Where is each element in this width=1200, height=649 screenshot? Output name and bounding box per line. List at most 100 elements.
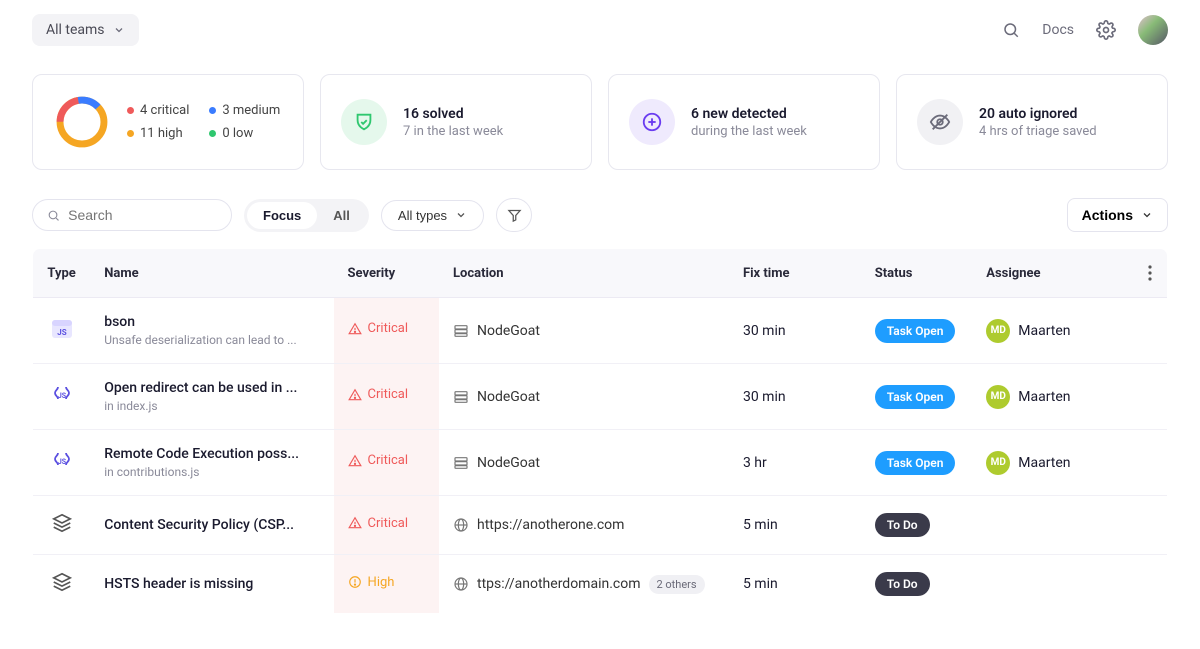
table-row[interactable]: JS Remote Code Execution poss... in cont… <box>33 430 1168 496</box>
severity-legend: 4 critical 3 medium 11 high 0 low <box>127 103 280 141</box>
th-menu[interactable] <box>1134 249 1167 298</box>
types-label: All types <box>398 208 447 223</box>
th-fix: Fix time <box>729 249 861 298</box>
issue-name: bson <box>104 314 319 330</box>
others-badge: 2 others <box>649 575 705 594</box>
location-cell: https://anotherone.com <box>453 517 715 533</box>
issue-name: Open redirect can be used in ... <box>104 380 319 396</box>
assignee: MDMaarten <box>986 385 1120 409</box>
table-row[interactable]: Content Security Policy (CSP... Critical… <box>33 496 1168 555</box>
types-filter[interactable]: All types <box>381 200 484 231</box>
team-selector-label: All teams <box>46 22 105 38</box>
new-sub: during the last week <box>691 124 807 139</box>
type-icon: JS <box>50 383 74 407</box>
topbar: All teams Docs <box>0 0 1200 46</box>
kebab-icon <box>1148 265 1152 281</box>
svg-text:JS: JS <box>57 392 66 400</box>
topbar-right: Docs <box>1002 15 1168 45</box>
team-selector[interactable]: All teams <box>32 14 139 46</box>
actions-button[interactable]: Actions <box>1067 198 1168 232</box>
status-pill: Task Open <box>875 385 956 409</box>
issue-name: Remote Code Execution poss... <box>104 446 319 462</box>
actions-label: Actions <box>1082 207 1133 223</box>
th-assignee: Assignee <box>972 249 1134 298</box>
svg-text:JS: JS <box>57 328 66 337</box>
severity-label: Critical <box>348 321 408 336</box>
search-input-wrap[interactable] <box>32 199 232 231</box>
fix-time: 30 min <box>729 298 861 364</box>
controls-bar: Focus All All types Actions <box>0 170 1200 248</box>
type-icon <box>51 571 73 593</box>
th-type: Type <box>33 249 91 298</box>
avatar[interactable] <box>1138 15 1168 45</box>
eye-off-icon <box>917 99 963 145</box>
issue-sub: in contributions.js <box>104 465 319 479</box>
gear-icon <box>1096 20 1116 40</box>
location-cell: NodeGoat <box>453 389 715 405</box>
severity-donut <box>53 93 111 151</box>
search-icon <box>1002 21 1020 39</box>
chevron-down-icon <box>1141 209 1153 221</box>
funnel-icon <box>507 208 522 223</box>
legend-medium: 3 medium <box>209 103 280 118</box>
status-pill: Task Open <box>875 319 956 343</box>
assignee-avatar: MD <box>986 319 1010 343</box>
status-pill: To Do <box>875 513 930 537</box>
th-location: Location <box>439 249 729 298</box>
status-pill: Task Open <box>875 451 956 475</box>
location-cell: ttps://anotherdomain.com2 others <box>453 575 715 594</box>
new-detected-card: 6 new detected during the last week <box>608 74 880 170</box>
issue-sub: Unsafe deserialization can lead to ... <box>104 333 319 347</box>
ignored-title: 20 auto ignored <box>979 106 1097 122</box>
fix-time: 3 hr <box>729 430 861 496</box>
table-row[interactable]: HSTS header is missing High ttps://anoth… <box>33 555 1168 614</box>
ignored-sub: 4 hrs of triage saved <box>979 124 1097 139</box>
location-cell: NodeGoat <box>453 455 715 471</box>
assignee-avatar: MD <box>986 385 1010 409</box>
legend-low: 0 low <box>209 126 280 141</box>
issue-name: HSTS header is missing <box>104 576 319 592</box>
chevron-down-icon <box>113 24 125 36</box>
issues-table-wrap: Type Name Severity Location Fix time Sta… <box>0 248 1200 634</box>
docs-link[interactable]: Docs <box>1042 22 1074 38</box>
new-title: 6 new detected <box>691 106 807 122</box>
type-icon: JS <box>50 449 74 473</box>
severity-summary-card: 4 critical 3 medium 11 high 0 low <box>32 74 304 170</box>
table-row[interactable]: JS bson Unsafe deserialization can lead … <box>33 298 1168 364</box>
shield-check-icon <box>341 99 387 145</box>
fix-time: 30 min <box>729 364 861 430</box>
toggle-all[interactable]: All <box>317 202 366 229</box>
issues-table: Type Name Severity Location Fix time Sta… <box>32 248 1168 614</box>
th-name: Name <box>90 249 333 298</box>
severity-label: Critical <box>348 453 408 468</box>
assignee-avatar: MD <box>986 451 1010 475</box>
settings-button[interactable] <box>1096 20 1116 40</box>
severity-label: Critical <box>348 516 408 531</box>
legend-high: 11 high <box>127 126 189 141</box>
fix-time: 5 min <box>729 496 861 555</box>
filter-button[interactable] <box>496 198 532 232</box>
type-icon: JS <box>50 317 74 341</box>
focus-toggle: Focus All <box>244 199 369 232</box>
status-pill: To Do <box>875 572 930 596</box>
severity-label: Critical <box>348 387 408 402</box>
solved-sub: 7 in the last week <box>403 124 503 139</box>
type-icon <box>51 512 73 534</box>
search-button[interactable] <box>1002 21 1020 39</box>
assignee: MDMaarten <box>986 451 1120 475</box>
svg-text:JS: JS <box>57 458 66 466</box>
issue-sub: in index.js <box>104 399 319 413</box>
chevron-down-icon <box>455 209 467 221</box>
table-row[interactable]: JS Open redirect can be used in ... in i… <box>33 364 1168 430</box>
location-cell: NodeGoat <box>453 323 715 339</box>
assignee: MDMaarten <box>986 319 1120 343</box>
solved-title: 16 solved <box>403 106 503 122</box>
severity-label: High <box>348 575 395 590</box>
th-severity: Severity <box>334 249 439 298</box>
solved-card: 16 solved 7 in the last week <box>320 74 592 170</box>
fix-time: 5 min <box>729 555 861 614</box>
search-input[interactable] <box>68 207 217 223</box>
toggle-focus[interactable]: Focus <box>247 202 317 229</box>
issue-name: Content Security Policy (CSP... <box>104 517 319 533</box>
search-icon <box>47 208 60 223</box>
